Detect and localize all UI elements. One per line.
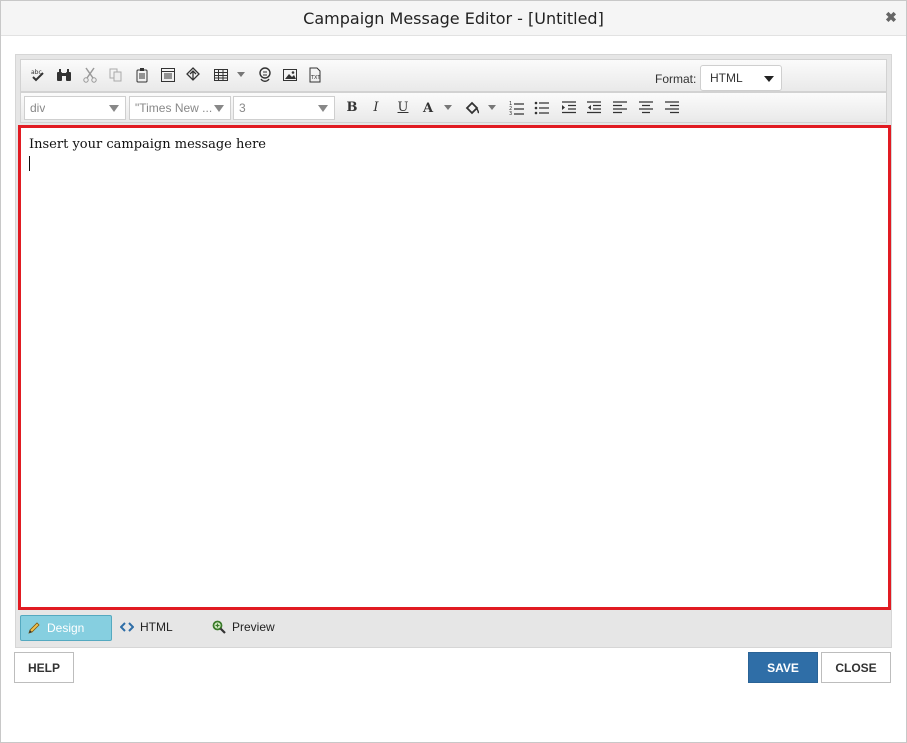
insert-table-dropdown-icon[interactable]	[237, 72, 245, 77]
font-name-value: "Times New ...	[135, 101, 213, 115]
unordered-list-icon[interactable]	[533, 99, 551, 117]
font-name-select[interactable]: "Times New ...	[129, 96, 231, 120]
tab-html-label: HTML	[140, 620, 173, 634]
rich-text-editor: abc TXT Format: HTML div "Times New ... …	[15, 54, 892, 648]
content-editable-area[interactable]: Insert your campaign message here	[18, 125, 891, 610]
svg-text:TXT: TXT	[310, 75, 321, 81]
chevron-down-icon	[764, 76, 774, 82]
format-select[interactable]: HTML	[700, 65, 782, 91]
back-color-icon[interactable]	[463, 99, 481, 117]
svg-text:3: 3	[509, 111, 512, 116]
message-body-text[interactable]: Insert your campaign message here	[29, 137, 266, 152]
chevron-down-icon	[318, 105, 328, 112]
chevron-down-icon	[109, 105, 119, 112]
code-icon	[120, 622, 134, 632]
block-format-select[interactable]: div	[24, 96, 126, 120]
font-size-select[interactable]: 3	[233, 96, 335, 120]
fore-color-dropdown-icon[interactable]	[444, 105, 452, 110]
paste-icon[interactable]	[133, 66, 151, 84]
tab-preview-label: Preview	[232, 620, 275, 634]
back-color-dropdown-icon[interactable]	[488, 105, 496, 110]
campaign-message-editor-dialog: Campaign Message Editor - [Untitled] ✖ a…	[0, 0, 907, 743]
pencil-icon	[28, 622, 40, 634]
indent-icon[interactable]	[560, 99, 578, 117]
insert-link-icon[interactable]	[256, 66, 274, 84]
magnifier-icon	[212, 620, 226, 634]
align-center-icon[interactable]	[637, 99, 655, 117]
dialog-title: Campaign Message Editor - [Untitled]	[303, 9, 604, 28]
image-manager-icon[interactable]	[281, 66, 299, 84]
save-button[interactable]: SAVE	[748, 652, 818, 683]
tab-preview[interactable]: Preview	[212, 615, 275, 639]
tab-design-label: Design	[47, 621, 85, 635]
format-select-value: HTML	[710, 71, 743, 85]
fore-color-button[interactable]: A	[419, 99, 437, 117]
spellcheck-icon[interactable]: abc	[29, 66, 47, 84]
toolbar-row-2: div "Times New ... 3 B I U A 123	[20, 92, 887, 123]
toolbar-row-1: abc TXT Format: HTML	[20, 59, 887, 92]
align-left-icon[interactable]	[611, 99, 629, 117]
copy-icon[interactable]	[107, 66, 125, 84]
underline-button[interactable]: U	[394, 98, 412, 116]
ordered-list-icon[interactable]: 123	[508, 99, 526, 117]
insert-table-icon[interactable]	[212, 66, 230, 84]
paste-from-word-icon[interactable]	[159, 66, 177, 84]
block-format-value: div	[30, 101, 46, 115]
editor-mode-tabs: Design HTML Preview	[16, 611, 891, 645]
insert-text-file-icon[interactable]: TXT	[306, 66, 324, 84]
dialog-titlebar: Campaign Message Editor - [Untitled] ✖	[1, 1, 906, 36]
outdent-icon[interactable]	[585, 99, 603, 117]
italic-button[interactable]: I	[367, 98, 385, 116]
align-right-icon[interactable]	[663, 99, 681, 117]
close-button[interactable]: CLOSE	[821, 652, 891, 683]
bold-button[interactable]: B	[343, 98, 361, 116]
format-label: Format:	[655, 72, 697, 86]
tab-design[interactable]: Design	[20, 615, 112, 641]
font-size-value: 3	[239, 101, 246, 115]
find-replace-icon[interactable]	[55, 66, 73, 84]
cut-icon[interactable]	[81, 66, 99, 84]
close-icon[interactable]: ✖	[884, 10, 898, 24]
tab-html[interactable]: HTML	[120, 615, 173, 639]
chevron-down-icon	[214, 105, 224, 112]
help-button[interactable]: HELP	[14, 652, 74, 683]
text-cursor	[29, 156, 30, 171]
hyperlink-manager-icon[interactable]	[184, 66, 202, 84]
